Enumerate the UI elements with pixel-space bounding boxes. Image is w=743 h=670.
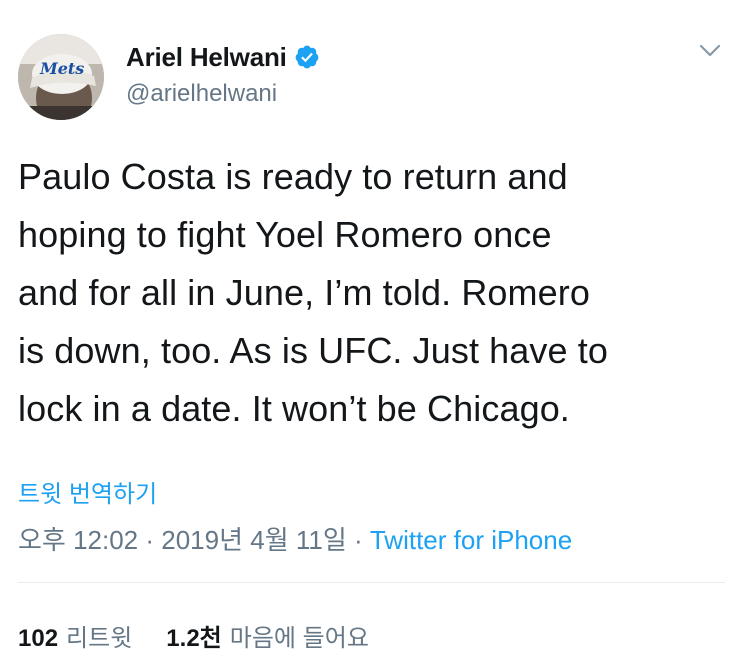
meta-separator: · [346,525,370,555]
translate-tweet-link[interactable]: 트윗 번역하기 [18,474,157,509]
handle[interactable]: @arielhelwani [126,80,320,108]
tweet-source-link[interactable]: Twitter for iPhone [370,525,572,555]
tweet-header: Mets Ariel Helwani @arielhelwani [18,32,725,122]
avatar-image: Mets [18,34,104,120]
display-name-row: Ariel Helwani [126,40,320,74]
likes-stat[interactable]: 1.2천 마음에 들어요 [166,618,369,653]
tweet-meta: 오후 12:02 · 2019년 4월 11일 · Twitter for iP… [18,520,572,557]
chevron-down-icon[interactable] [699,44,721,58]
verified-badge-icon [294,44,320,70]
likes-count: 1.2천 [166,625,222,652]
divider [18,582,725,583]
tweet-card: Mets Ariel Helwani @arielhelwani Paulo C… [0,0,743,670]
display-name[interactable]: Ariel Helwani [126,42,287,73]
meta-separator: · [138,525,162,555]
retweets-stat[interactable]: 102 리트윗 [18,618,132,653]
svg-text:Mets: Mets [39,59,84,78]
tweet-text: Paulo Costa is ready to return and hopin… [18,156,608,429]
tweet-time[interactable]: 오후 12:02 [18,525,138,555]
tweet-stats: 102 리트윗 1.2천 마음에 들어요 [18,618,369,653]
tweet-date[interactable]: 2019년 4월 11일 [161,525,347,555]
author-names: Ariel Helwani @arielhelwani [126,40,320,108]
likes-label: 마음에 들어요 [229,625,369,652]
retweets-label: 리트윗 [66,625,133,652]
retweets-count: 102 [18,625,59,652]
avatar[interactable]: Mets [18,34,104,120]
